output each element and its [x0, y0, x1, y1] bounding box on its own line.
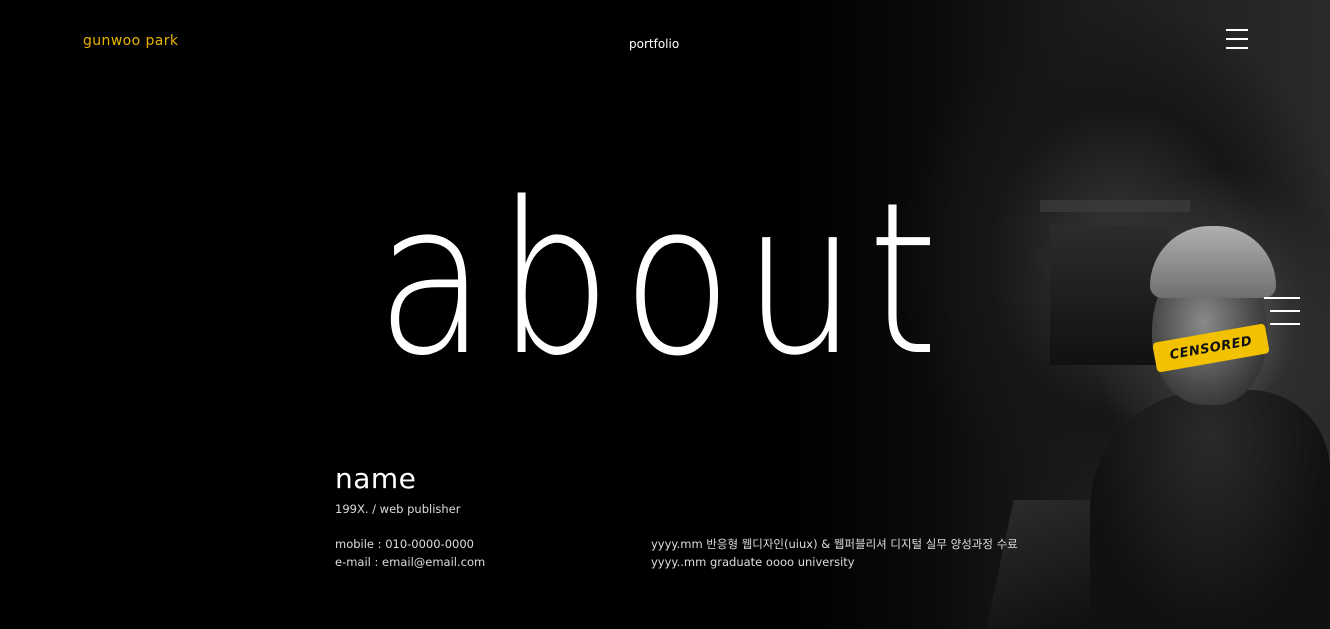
- photo-shelf: [1040, 200, 1190, 212]
- history-item: yyyy..mm graduate oooo university: [651, 555, 855, 569]
- profile-name: name: [335, 462, 417, 495]
- photo-person-body: [1090, 390, 1330, 629]
- profile-subtitle: 199X. / web publisher: [335, 502, 461, 516]
- hero-title: about: [376, 157, 949, 402]
- site-header: gunwoo park portfolio: [0, 0, 1330, 90]
- contact-info: mobile : 010-0000-0000 e-mail : email@em…: [335, 535, 485, 571]
- history-item: yyyy.mm 반응형 웹디자인(uiux) & 웹퍼블리셔 디지털 실무 양성…: [651, 537, 1018, 551]
- hamburger-menu-icon[interactable]: [1226, 29, 1248, 51]
- page-title: portfolio: [629, 37, 680, 51]
- decorative-lines-icon: [1264, 297, 1300, 329]
- history-info: yyyy.mm 반응형 웹디자인(uiux) & 웹퍼블리셔 디지털 실무 양성…: [651, 535, 1018, 571]
- site-logo[interactable]: gunwoo park: [83, 33, 178, 49]
- contact-email: e-mail : email@email.com: [335, 555, 486, 569]
- contact-mobile: mobile : 010-0000-0000: [335, 537, 474, 551]
